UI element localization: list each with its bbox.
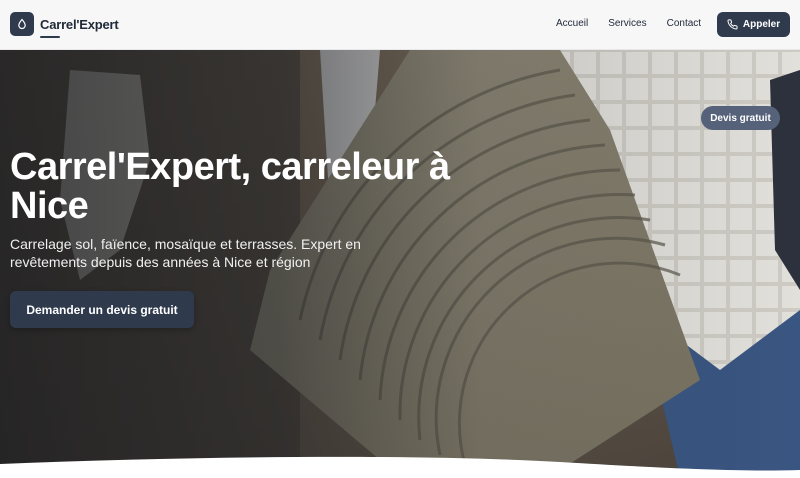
- main-nav: Accueil Services Contact: [556, 18, 721, 29]
- hero-title: Carrel'Expert, carreleur à Nice: [10, 146, 450, 227]
- call-button-label: Appeler: [742, 19, 781, 30]
- brand-underline: [40, 35, 60, 38]
- nav-accueil[interactable]: Accueil: [556, 18, 588, 29]
- phone-icon: [727, 19, 738, 30]
- brand-name: Carrel'Expert: [40, 16, 119, 32]
- site-header: Carrel'Expert Accueil Services Contact A…: [0, 0, 800, 50]
- water-drop-icon: [10, 12, 34, 36]
- quote-request-button[interactable]: Demander un devis gratuit: [10, 291, 194, 328]
- hero-bottom-wave: [0, 456, 800, 478]
- nav-services[interactable]: Services: [608, 18, 646, 29]
- hero-section: Carrel'Expert, carreleur à Nice Carrelag…: [0, 50, 800, 478]
- free-quote-badge[interactable]: Devis gratuit: [701, 106, 780, 130]
- brand-text: Carrel'Expert: [40, 16, 119, 38]
- nav-contact[interactable]: Contact: [667, 18, 701, 29]
- call-button[interactable]: Appeler: [717, 12, 790, 37]
- hero-subtitle: Carrelage sol, faïence, mosaïque et terr…: [10, 236, 361, 270]
- brand-logo[interactable]: Carrel'Expert: [10, 12, 119, 38]
